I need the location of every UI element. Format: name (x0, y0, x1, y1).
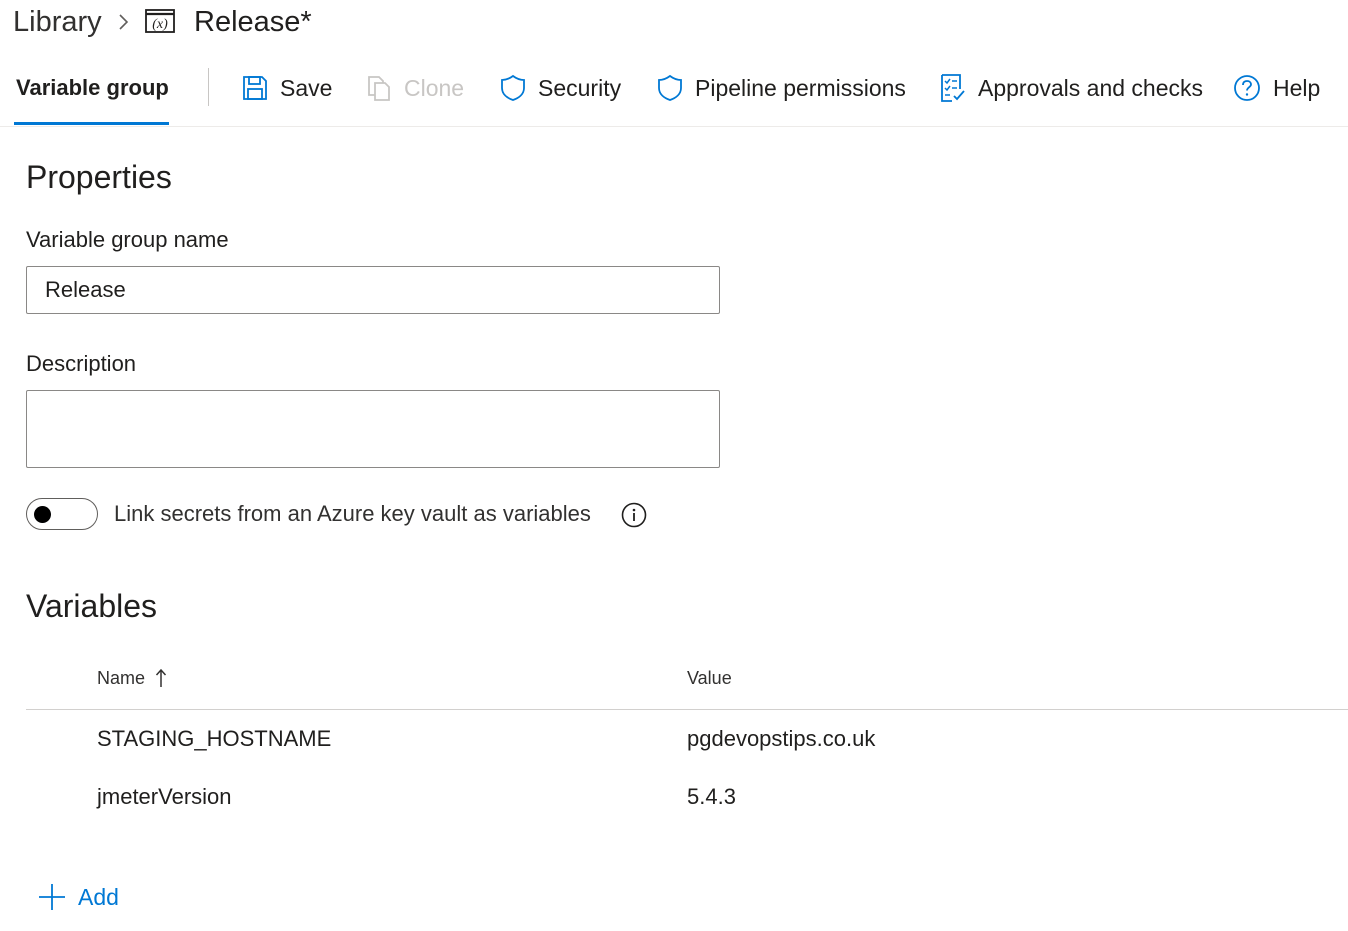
save-icon (243, 76, 267, 100)
keyvault-toggle-label: Link secrets from an Azure key vault as … (114, 501, 591, 526)
pipeline-permissions-label: Pipeline permissions (695, 75, 906, 101)
approvals-and-checks-button[interactable]: Approvals and checks (940, 66, 1203, 110)
chevron-right-icon (119, 14, 129, 30)
help-button[interactable]: Help (1233, 66, 1320, 110)
variable-group-name-label: Variable group name (26, 227, 229, 252)
clone-label: Clone (404, 75, 465, 101)
column-header-name-label: Name (97, 668, 146, 688)
approvals-and-checks-label: Approvals and checks (978, 75, 1204, 101)
save-label: Save (280, 75, 333, 101)
toolbar-separator (208, 68, 209, 106)
help-icon (1234, 75, 1260, 101)
table-row[interactable]: STAGING_HOSTNAME pgdevopstips.co.uk (26, 710, 1348, 768)
keyvault-toggle[interactable] (26, 498, 98, 530)
active-tab-indicator (14, 122, 169, 125)
plus-icon (39, 884, 65, 910)
add-variable-button[interactable]: Add (38, 880, 119, 914)
tab-variable-group[interactable]: Variable group (14, 64, 169, 125)
variable-group-name-input[interactable] (26, 266, 720, 314)
variable-name-cell: jmeterVersion (97, 784, 232, 809)
checklist-icon (941, 74, 965, 102)
breadcrumb-library[interactable]: Library (13, 2, 102, 42)
help-label: Help (1273, 75, 1321, 101)
svg-text:(x): (x) (152, 17, 168, 32)
variables-heading: Variables (26, 588, 158, 624)
info-icon[interactable] (621, 502, 647, 528)
tab-variable-group-label: Variable group (16, 75, 169, 100)
security-button[interactable]: Security (500, 66, 621, 110)
variable-value-cell: 5.4.3 (687, 784, 736, 809)
variable-name-cell: STAGING_HOSTNAME (97, 726, 332, 751)
shield-icon (501, 74, 525, 101)
column-header-value[interactable]: Value (687, 665, 732, 691)
page-title: Release* (194, 6, 312, 38)
sort-ascending-icon (155, 668, 167, 687)
add-variable-label: Add (78, 883, 119, 910)
pipeline-permissions-button[interactable]: Pipeline permissions (657, 66, 906, 110)
clone-button[interactable]: Clone (366, 66, 464, 110)
toggle-knob (34, 506, 51, 523)
shield-icon (658, 74, 682, 101)
security-label: Security (538, 75, 622, 101)
clone-icon (368, 76, 390, 101)
description-input[interactable] (26, 390, 720, 468)
table-row[interactable]: jmeterVersion 5.4.3 (26, 768, 1348, 826)
variable-group-icon: (x) (145, 9, 175, 33)
toolbar-divider (0, 126, 1348, 127)
column-header-name[interactable]: Name (97, 665, 167, 691)
variable-value-cell: pgdevopstips.co.uk (687, 726, 876, 751)
save-button[interactable]: Save (242, 66, 332, 110)
properties-heading: Properties (26, 159, 172, 195)
description-label: Description (26, 351, 137, 376)
